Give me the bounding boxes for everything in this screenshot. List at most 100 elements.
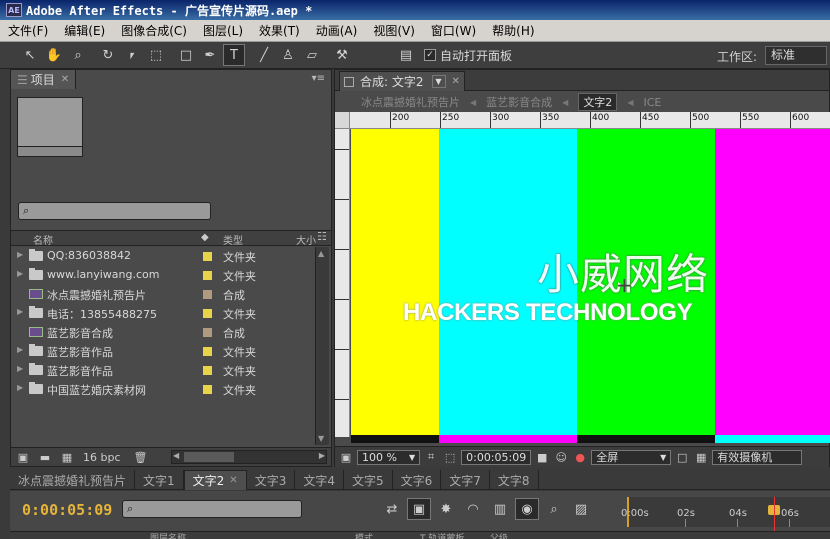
shy-layers-icon[interactable]: ◠	[461, 498, 485, 520]
list-item[interactable]: ▶ 中国蓝艺婚庆素材网 文件夹	[11, 380, 314, 399]
type-tool-icon[interactable]: T	[223, 44, 245, 66]
column-trkmat[interactable]: T 轨道蒙板	[420, 532, 464, 539]
column-size[interactable]: 大小	[296, 232, 316, 247]
puppet-pin-tool-icon[interactable]: ⚒	[331, 44, 353, 66]
expand-triangle-icon[interactable]: ▶	[17, 364, 23, 373]
title-text-english[interactable]: HACKERS TECHNOLOGY	[403, 299, 693, 327]
new-folder-icon[interactable]: ▬	[37, 450, 53, 464]
expand-triangle-icon[interactable]: ▶	[17, 345, 23, 354]
column-type[interactable]: 类型	[223, 232, 243, 247]
composition-tab[interactable]: 合成: 文字2 ▼ ✕	[339, 71, 465, 91]
breadcrumb-item[interactable]: 冰点震撼婚礼预告片	[361, 94, 460, 110]
color-channels-icon[interactable]: ●	[572, 450, 588, 465]
project-search-input[interactable]: ⌕	[18, 202, 211, 220]
new-composition-icon[interactable]: ▦	[59, 450, 75, 464]
breadcrumb-item[interactable]: 蓝艺影音合成	[486, 94, 552, 110]
expand-triangle-icon[interactable]: ▶	[17, 269, 23, 278]
menu-edit[interactable]: 编辑(E)	[56, 22, 113, 39]
panel-menu-icon[interactable]: ▾≡	[312, 73, 325, 84]
project-tab[interactable]: ☰ 项目 ✕	[11, 70, 77, 89]
list-item[interactable]: ▶ QQ:836038842 文件夹	[11, 247, 314, 266]
timeline-current-time[interactable]: 0:00:05:09	[22, 501, 112, 519]
label-color-swatch[interactable]	[203, 290, 212, 299]
menu-layer[interactable]: 图层(L)	[195, 22, 251, 39]
motion-blur-icon[interactable]: ◉	[515, 498, 539, 520]
clone-stamp-tool-icon[interactable]: ♙	[277, 44, 299, 66]
menu-view[interactable]: 视图(V)	[365, 22, 423, 39]
list-item[interactable]: ▶ www.lanyiwang.com 文件夹	[11, 266, 314, 285]
flowchart-icon[interactable]: ☷	[317, 230, 327, 243]
scroll-up-icon[interactable]: ▲	[318, 249, 324, 258]
time-ruler[interactable]: 0:00s 02s 04s 06s	[621, 497, 830, 539]
draft-3d-icon[interactable]: ✸	[434, 498, 458, 520]
menu-window[interactable]: 窗口(W)	[423, 22, 484, 39]
label-color-swatch[interactable]	[203, 347, 212, 356]
tab-timeline[interactable]: 文字1	[135, 470, 184, 490]
live-update-icon[interactable]: ▣	[407, 498, 431, 520]
composition-viewer[interactable]: 小威网络 HACKERS TECHNOLOGY +	[351, 129, 830, 443]
rotate-tool-icon[interactable]: ↻	[97, 44, 119, 66]
tab-timeline[interactable]: 文字3	[247, 470, 296, 490]
lock-icon[interactable]	[344, 76, 354, 87]
workspace-select[interactable]: 标准	[765, 46, 827, 65]
breadcrumb-current[interactable]: 文字2	[578, 93, 618, 111]
column-parent[interactable]: 父级	[490, 532, 508, 539]
resolution-select[interactable]: 全屏 ▼	[591, 449, 672, 465]
pen-tool-icon[interactable]: ✒	[199, 44, 221, 66]
current-time-display[interactable]: 0:00:05:09	[461, 449, 532, 465]
expand-triangle-icon[interactable]: ▶	[17, 383, 23, 392]
scroll-left-icon[interactable]: ◀	[173, 451, 179, 460]
list-item[interactable]: ▶ 蓝艺影音作品 文件夹	[11, 342, 314, 361]
chevron-down-icon[interactable]: ▼	[431, 75, 446, 88]
menu-file[interactable]: 文件(F)	[0, 22, 56, 39]
region-of-interest-icon[interactable]: □	[674, 450, 690, 465]
anchor-crosshair-icon[interactable]: +	[616, 275, 633, 295]
tab-timeline[interactable]: 文字4	[295, 470, 344, 490]
timeline-search-input[interactable]: ⌕	[122, 500, 302, 518]
close-icon[interactable]: ✕	[61, 74, 69, 85]
breadcrumb-item[interactable]: ICE	[643, 96, 661, 109]
tab-timeline[interactable]: 文字6	[393, 470, 442, 490]
menu-composition[interactable]: 图像合成(C)	[113, 22, 195, 39]
menu-animation[interactable]: 动画(A)	[308, 22, 366, 39]
camera-orbit-tool-icon[interactable]: ⎖	[121, 44, 143, 66]
eraser-tool-icon[interactable]: ▱	[301, 44, 323, 66]
active-camera-select[interactable]: 有效摄像机	[712, 449, 803, 465]
frame-blending-icon[interactable]: ▥	[488, 498, 512, 520]
tab-timeline[interactable]: 文字8	[490, 470, 539, 490]
label-color-swatch[interactable]	[203, 309, 212, 318]
scroll-down-icon[interactable]: ▼	[318, 434, 324, 443]
column-mode[interactable]: 模式	[355, 532, 373, 539]
show-snapshot-icon[interactable]: ☺	[553, 450, 569, 465]
label-color-swatch[interactable]	[203, 271, 212, 280]
tab-timeline-active[interactable]: 文字2 ✕	[183, 470, 247, 490]
horizontal-ruler[interactable]: 200 250 300 350 400 450 500 550 600	[350, 112, 830, 129]
column-name[interactable]: 名称	[33, 232, 53, 247]
scroll-right-icon[interactable]: ▶	[319, 451, 325, 460]
expand-triangle-icon[interactable]: ▶	[17, 250, 23, 259]
auto-open-panels-checkbox[interactable]: ✓	[424, 49, 436, 61]
snapshot-camera-icon[interactable]: ■	[534, 450, 550, 465]
label-color-swatch[interactable]	[203, 328, 212, 337]
tab-timeline[interactable]: 文字5	[344, 470, 393, 490]
ruler-corner[interactable]	[335, 112, 350, 129]
list-item[interactable]: ▶ 电话：13855488275 文件夹	[11, 304, 314, 323]
list-item[interactable]: ▶ 蓝艺影音作品 文件夹	[11, 361, 314, 380]
panel-toggle-icon[interactable]: ▤	[395, 44, 417, 66]
menu-effect[interactable]: 效果(T)	[251, 22, 308, 39]
label-color-swatch[interactable]	[203, 385, 212, 394]
interpret-footage-icon[interactable]: ▣	[15, 450, 31, 464]
column-layer-name[interactable]: 图层名称	[150, 532, 186, 539]
pan-behind-tool-icon[interactable]: ⬚	[145, 44, 167, 66]
graph-editor-icon[interactable]: ⌕	[542, 498, 566, 520]
comp-mini-flowchart-icon[interactable]: ⇄	[380, 498, 404, 520]
grid-icon[interactable]: ⌗	[423, 450, 439, 465]
menu-help[interactable]: 帮助(H)	[484, 22, 542, 39]
bit-depth-button[interactable]: 16 bpc	[83, 451, 121, 464]
mask-visibility-icon[interactable]: ⬚	[442, 450, 458, 465]
always-preview-icon[interactable]: ▣	[338, 450, 354, 465]
tab-timeline[interactable]: 文字7	[441, 470, 490, 490]
tab-timeline[interactable]: 冰点震撼婚礼预告片	[10, 470, 136, 490]
rectangle-tool-icon[interactable]: □	[175, 44, 197, 66]
expand-triangle-icon[interactable]: ▶	[17, 307, 23, 316]
